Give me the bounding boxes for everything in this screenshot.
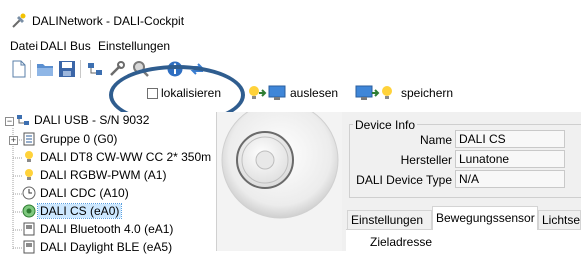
usb-bus-icon: [17, 115, 29, 125]
read-button[interactable]: auslesen: [244, 83, 344, 103]
collapse-icon[interactable]: −: [5, 117, 14, 126]
menu-einstellungen[interactable]: Einstellungen: [98, 39, 170, 53]
tree-item-label: DALI DT8 CW-WW CC 2* 350m: [40, 150, 212, 164]
device-icon: [23, 222, 35, 236]
device-image-pane: [216, 112, 343, 251]
device-info-legend: Device Info: [353, 118, 418, 132]
tree-item-dt8[interactable]: DALI DT8 CW-WW CC 2* 350m: [4, 149, 216, 167]
tab-einstellungen[interactable]: Einstellungen: [347, 210, 432, 229]
menu-datei[interactable]: Datei: [10, 39, 38, 53]
name-label: Name: [419, 133, 452, 147]
menu-dali-bus[interactable]: DALI Bus: [40, 39, 91, 53]
tree-item-rgbw[interactable]: DALI RGBW-PWM (A1): [4, 167, 216, 185]
tree-item-label: DALI Daylight BLE (eA5): [40, 240, 173, 254]
monitor-icon: [268, 85, 286, 100]
tree-root-label: DALI USB - S/N 9032: [34, 113, 150, 127]
sensor-device-image: [221, 112, 339, 219]
tab-bewegungssensor[interactable]: Bewegungssensor: [432, 206, 538, 230]
tree-item-daylight[interactable]: DALI Daylight BLE (eA5): [4, 239, 216, 257]
tree-item-label: DALI RGBW-PWM (A1): [40, 168, 167, 182]
bulb-icon: [25, 151, 33, 162]
tree-item-label: DALI CS (eA0): [36, 203, 123, 219]
clock-icon: [22, 186, 36, 200]
open-folder-icon[interactable]: [36, 60, 54, 78]
manufacturer-field[interactable]: Lunatone: [455, 150, 565, 168]
save-disk-icon[interactable]: [58, 60, 76, 78]
tab-lichtsensor[interactable]: Lichtse: [538, 210, 581, 229]
bus-scan-icon[interactable]: [86, 60, 104, 78]
group-icon: [23, 132, 35, 146]
save-button[interactable]: speichern: [353, 83, 463, 103]
tree-item-group-0[interactable]: + Gruppe 0 (G0): [4, 131, 216, 149]
tree-item-cs[interactable]: DALI CS (eA0): [4, 203, 216, 221]
save-button-label: speichern: [401, 86, 454, 100]
manufacturer-label: Hersteller: [400, 153, 452, 167]
tree-root[interactable]: − DALI USB - S/N 9032: [4, 112, 216, 130]
tree-item-label: DALI Bluetooth 4.0 (eA1): [40, 222, 174, 236]
target-address-legend: Zieladresse: [370, 235, 433, 249]
bulb-icon: [382, 86, 392, 99]
tree-item-label: Gruppe 0 (G0): [40, 132, 118, 146]
toolbar-separator: [80, 60, 81, 78]
tree-item-bluetooth[interactable]: DALI Bluetooth 4.0 (eA1): [4, 221, 216, 239]
window-title: DALINetwork - DALI-Cockpit: [32, 14, 185, 28]
toolbar: [0, 56, 581, 80]
arrow-right-icon: [259, 89, 267, 97]
app-icon: [12, 13, 26, 28]
tree-item-label: DALI CDC (A10): [40, 186, 129, 200]
toolbar-separator: [30, 60, 31, 78]
device-tree: − DALI USB - S/N 9032 + Gruppe 0 (G0) DA…: [4, 112, 216, 254]
expand-icon[interactable]: +: [9, 136, 18, 145]
menu-bar: Datei DALI Bus Einstellungen: [0, 36, 581, 56]
new-file-icon[interactable]: [10, 60, 28, 78]
sensor-icon: [22, 204, 36, 218]
device-type-label: DALI Device Type: [356, 173, 452, 187]
name-field[interactable]: DALI CS: [455, 130, 565, 148]
read-button-label: auslesen: [290, 86, 339, 100]
device-icon: [23, 240, 35, 254]
device-type-field[interactable]: N/A: [455, 170, 565, 188]
bulb-icon: [25, 169, 33, 180]
tree-item-cdc[interactable]: DALI CDC (A10): [4, 185, 216, 203]
